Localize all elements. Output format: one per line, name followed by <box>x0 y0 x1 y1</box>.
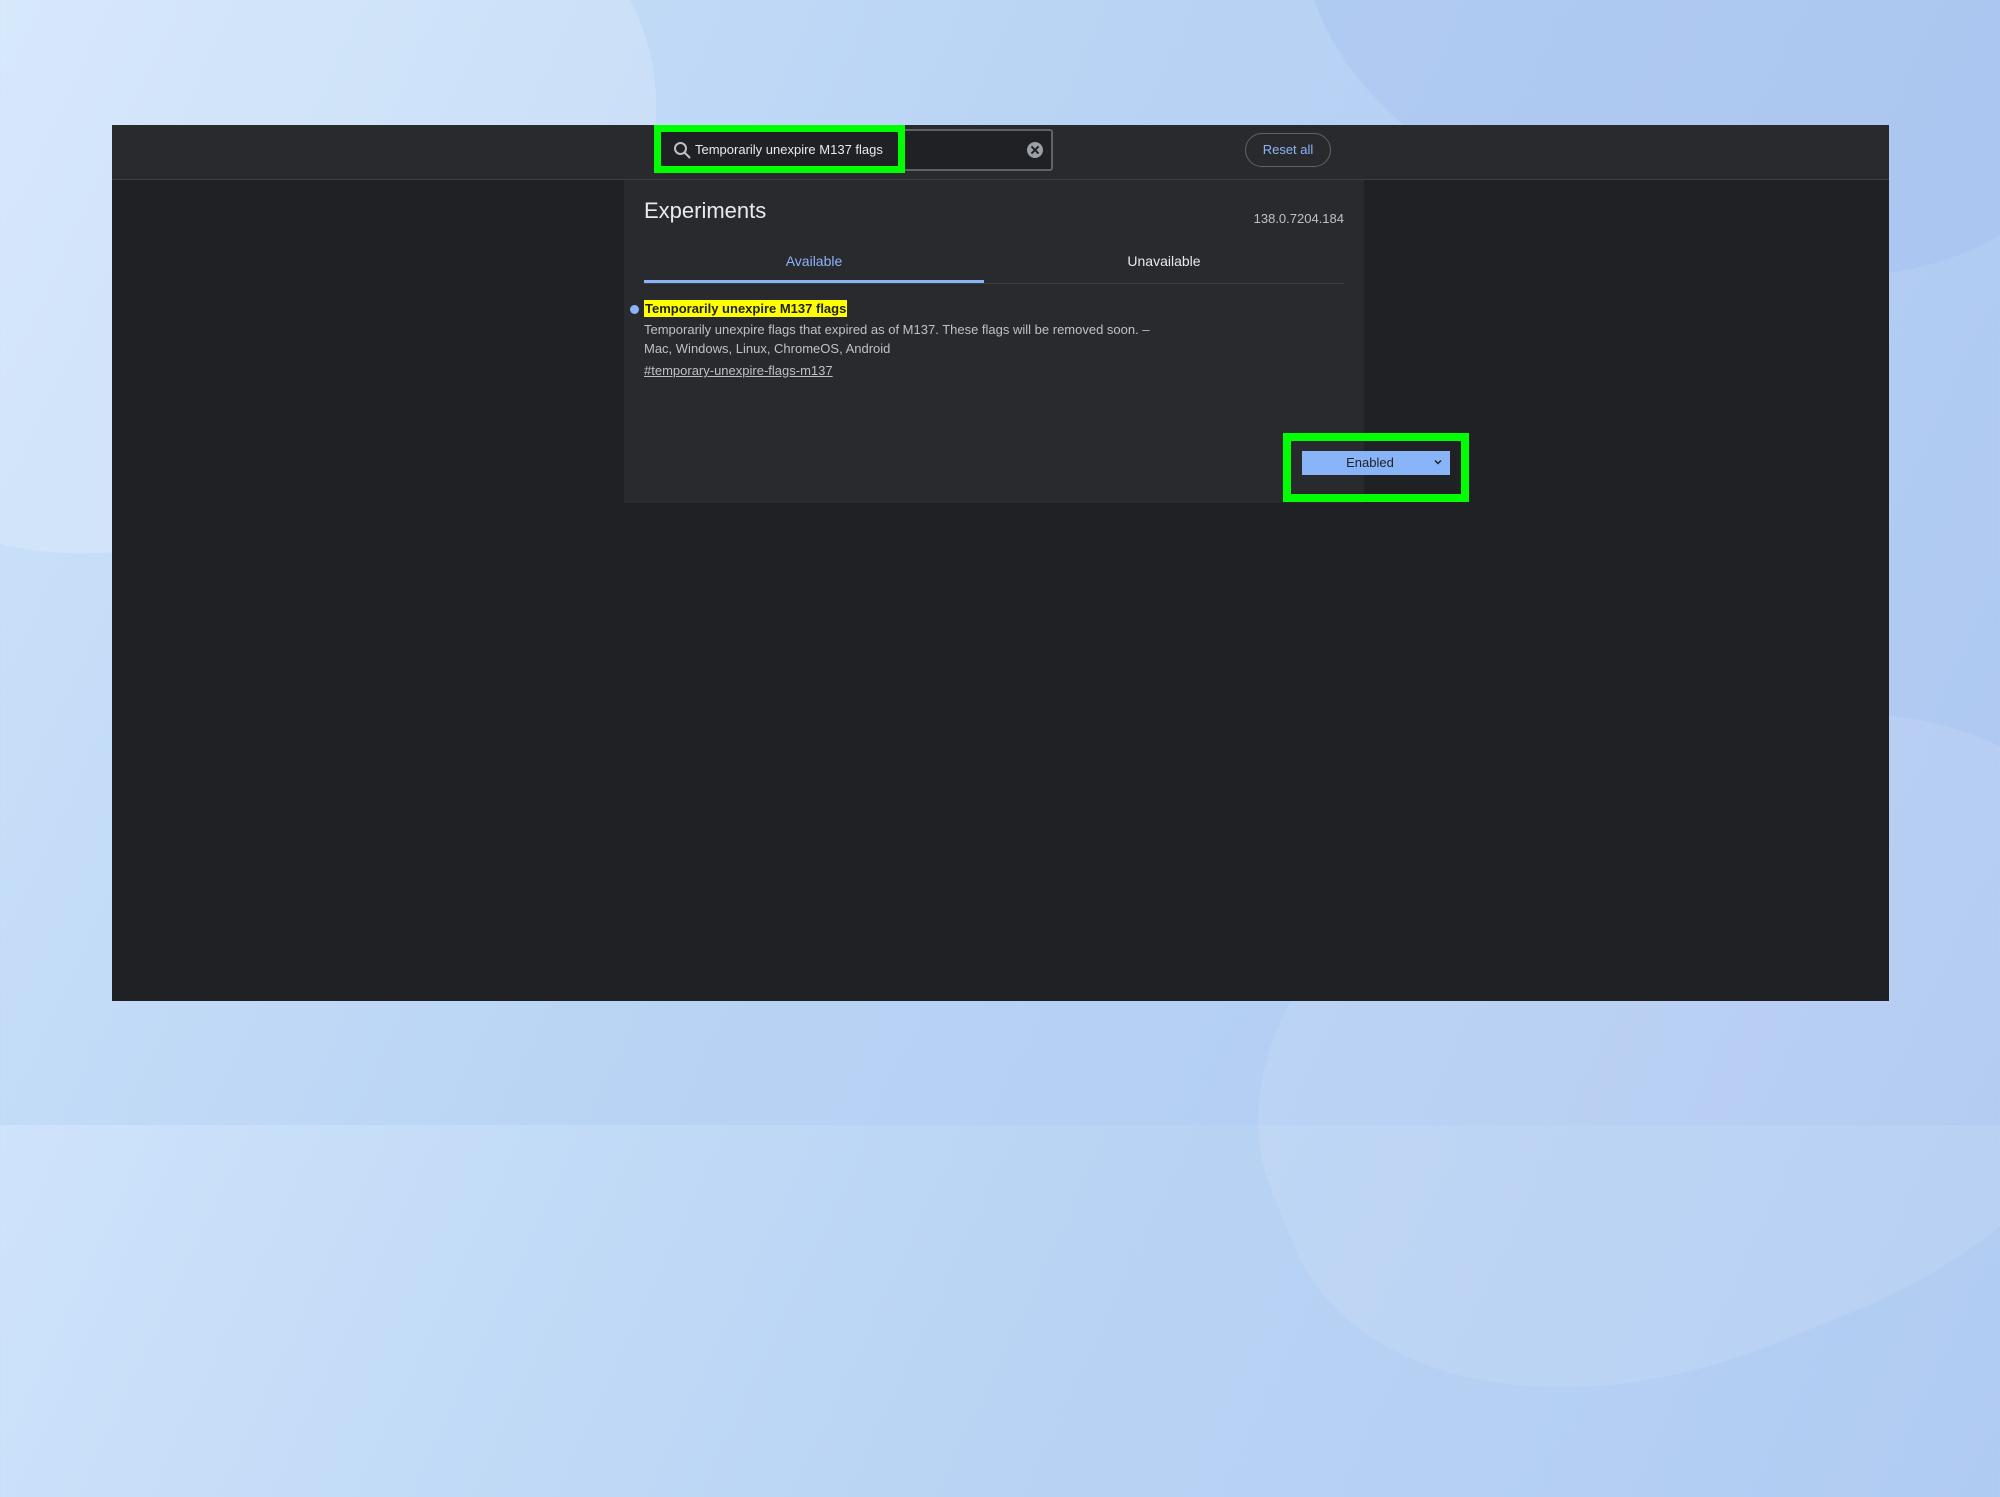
experiment-platforms: Mac, Windows, Linux, ChromeOS, Android <box>644 341 891 356</box>
reset-all-button[interactable]: Reset all <box>1245 133 1331 167</box>
clear-search-icon[interactable] <box>1027 142 1043 158</box>
select-value: Enabled <box>1346 455 1394 470</box>
experiment-description: Temporarily unexpire flags that expired … <box>644 322 1150 337</box>
experiments-panel: Experiments 138.0.7204.184 Available Una… <box>624 180 1364 503</box>
experiment-state-select[interactable]: Enabled <box>1302 451 1450 475</box>
tab-unavailable[interactable]: Unavailable <box>994 250 1334 283</box>
search-input[interactable]: Temporarily unexpire M137 flags <box>657 129 1053 171</box>
tab-available[interactable]: Available <box>644 250 984 283</box>
status-dot-icon <box>630 305 639 314</box>
browser-window: Temporarily unexpire M137 flags Reset al… <box>112 125 1889 1001</box>
chevron-down-icon <box>1434 459 1442 465</box>
tab-bar: Available Unavailable <box>644 250 1344 284</box>
experiment-name: Temporarily unexpire M137 flags <box>644 300 848 317</box>
experiment-permalink[interactable]: #temporary-unexpire-flags-m137 <box>644 361 833 380</box>
page-title: Experiments <box>644 198 767 223</box>
version-label: 138.0.7204.184 <box>1253 211 1344 226</box>
experiment-item: Temporarily unexpire M137 flags Temporar… <box>624 300 1364 390</box>
search-icon <box>674 142 691 159</box>
search-value: Temporarily unexpire M137 flags <box>695 142 883 157</box>
flags-header: Temporarily unexpire M137 flags Reset al… <box>112 125 1889 180</box>
